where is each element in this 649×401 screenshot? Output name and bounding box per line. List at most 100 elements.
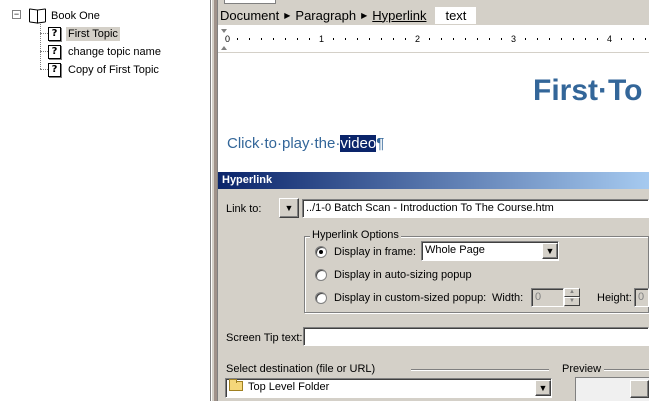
topic-icon: ? <box>48 62 61 77</box>
first-indent-marker[interactable] <box>221 29 227 33</box>
screen-tip-label: Screen Tip text: <box>226 332 303 344</box>
preview-separator <box>604 369 649 371</box>
breadcrumb-text[interactable]: text <box>434 5 478 25</box>
hyperlink-options-legend: Hyperlink Options <box>310 229 401 241</box>
book-icon <box>28 8 46 23</box>
frame-select-dropdown-button[interactable]: ▼ <box>542 243 558 259</box>
ruler-tick <box>393 38 394 40</box>
ruler-tick <box>285 38 286 40</box>
ruler-tick <box>489 38 490 40</box>
folder-icon <box>229 379 243 391</box>
ruler-mark: 4 <box>607 34 613 44</box>
auto-sizing-popup-label: Display in auto-sizing popup <box>334 269 472 281</box>
hyperlink-panel: Hyperlink Link to: ▼ ../1-0 Batch Scan -… <box>218 171 649 401</box>
ruler-mark: 0 <box>225 34 231 44</box>
ruler-tick <box>345 38 346 40</box>
ruler-tick <box>261 38 262 40</box>
topic-tree[interactable]: − Book One ? First Topic ? change topic … <box>0 0 211 401</box>
link-to-label: Link to: <box>226 203 262 215</box>
tree-item-book-one[interactable]: Book One <box>28 7 102 24</box>
ruler-tick <box>561 38 562 40</box>
page-title[interactable]: First·To <box>533 74 642 108</box>
custom-sized-popup-radio[interactable] <box>315 292 327 304</box>
panel-title: Hyperlink <box>218 172 649 189</box>
pilcrow-icon: ¶ <box>376 135 385 152</box>
ruler-tick <box>429 38 430 40</box>
ruler-tick <box>645 38 646 40</box>
tree-item-first-topic[interactable]: ? First Topic <box>48 25 120 42</box>
height-label: Height: <box>597 292 632 304</box>
auto-sizing-popup-radio[interactable] <box>315 269 327 281</box>
hyperlink-text-selected[interactable]: video <box>340 135 377 152</box>
frame-select[interactable]: Whole Page <box>421 241 559 261</box>
ruler-tick <box>273 38 274 40</box>
ruler-tick <box>525 38 526 40</box>
spin-up-icon[interactable]: ▲ <box>564 288 580 297</box>
tree-item-change-topic-name[interactable]: ? change topic name <box>48 43 163 60</box>
ruler-mark: 1 <box>319 34 325 44</box>
breadcrumb-arrow-icon: ▶ <box>361 10 368 20</box>
destination-separator <box>411 369 549 371</box>
ruler-tick <box>309 38 310 40</box>
breadcrumb-document[interactable]: Document <box>220 8 279 23</box>
screen-tip-input[interactable] <box>303 327 649 346</box>
document-paragraph[interactable]: Click·to·play·the·video¶ <box>227 135 384 152</box>
preview-scroll-button[interactable] <box>630 380 649 398</box>
custom-sized-popup-label: Display in custom-sized popup: <box>334 292 487 304</box>
link-to-field[interactable]: ../1-0 Batch Scan - Introduction To The … <box>302 199 649 218</box>
breadcrumb: Document ▶ Paragraph ▶ Hyperlink text <box>218 5 649 25</box>
chevron-down-icon: ▼ <box>284 203 294 213</box>
topic-editor[interactable]: Document ▶ Paragraph ▶ Hyperlink text 0 … <box>218 0 649 171</box>
breadcrumb-hyperlink[interactable]: Hyperlink <box>372 8 426 23</box>
tree-item-label: change topic name <box>68 45 161 58</box>
ruler-tick <box>237 38 238 40</box>
ruler-tick <box>537 38 538 40</box>
tree-item-label: Book One <box>51 9 100 22</box>
pane-splitter-grip[interactable] <box>214 0 217 401</box>
chevron-down-icon: ▼ <box>538 383 548 393</box>
ruler-mark: 2 <box>415 34 421 44</box>
ruler-tick <box>249 38 250 40</box>
ruler-tick <box>465 38 466 40</box>
ruler[interactable]: 0 1 2 3 4 <box>218 27 649 53</box>
topic-icon: ? <box>48 26 61 41</box>
breadcrumb-paragraph[interactable]: Paragraph <box>295 8 356 23</box>
display-in-frame-radio[interactable] <box>315 246 327 258</box>
ruler-mark: 3 <box>511 34 517 44</box>
tree-item-copy-of-first-topic[interactable]: ? Copy of First Topic <box>48 61 161 78</box>
ruler-tick <box>621 38 622 40</box>
chevron-down-icon: ▼ <box>545 246 555 256</box>
ruler-tick <box>405 38 406 40</box>
ruler-tick <box>333 38 334 40</box>
ruler-tick <box>453 38 454 40</box>
link-to-dropdown-button[interactable]: ▼ <box>279 198 299 218</box>
collapse-icon[interactable]: − <box>12 10 21 19</box>
ruler-tick <box>549 38 550 40</box>
width-spinner[interactable]: ▲ ▼ <box>564 288 580 306</box>
height-field[interactable]: 0 <box>634 288 649 307</box>
tree-item-label: First Topic <box>66 26 120 41</box>
width-label: Width: <box>492 292 524 304</box>
ruler-tick <box>633 38 634 40</box>
ruler-tick <box>441 38 442 40</box>
ruler-tick <box>357 38 358 40</box>
editor-tab[interactable] <box>224 0 276 4</box>
ruler-tick <box>501 38 502 40</box>
breadcrumb-arrow-icon: ▶ <box>284 10 291 20</box>
spin-down-icon[interactable]: ▼ <box>564 297 580 306</box>
select-destination-label: Select destination (file or URL) <box>226 363 376 375</box>
display-in-frame-label: Display in frame: <box>334 246 416 258</box>
destination-select[interactable]: Top Level Folder <box>225 378 552 398</box>
ruler-tick <box>585 38 586 40</box>
preview-label: Preview <box>562 363 602 375</box>
destination-select-value: Top Level Folder <box>248 381 330 393</box>
ruler-tick <box>381 38 382 40</box>
ruler-tick <box>369 38 370 40</box>
paragraph-text: Click·to·play·the· <box>227 135 341 152</box>
left-indent-marker[interactable] <box>221 46 227 50</box>
ruler-tick <box>477 38 478 40</box>
width-field[interactable]: 0 <box>531 288 564 307</box>
ruler-tick <box>573 38 574 40</box>
destination-dropdown-button[interactable]: ▼ <box>535 380 551 396</box>
ruler-tick <box>297 38 298 40</box>
